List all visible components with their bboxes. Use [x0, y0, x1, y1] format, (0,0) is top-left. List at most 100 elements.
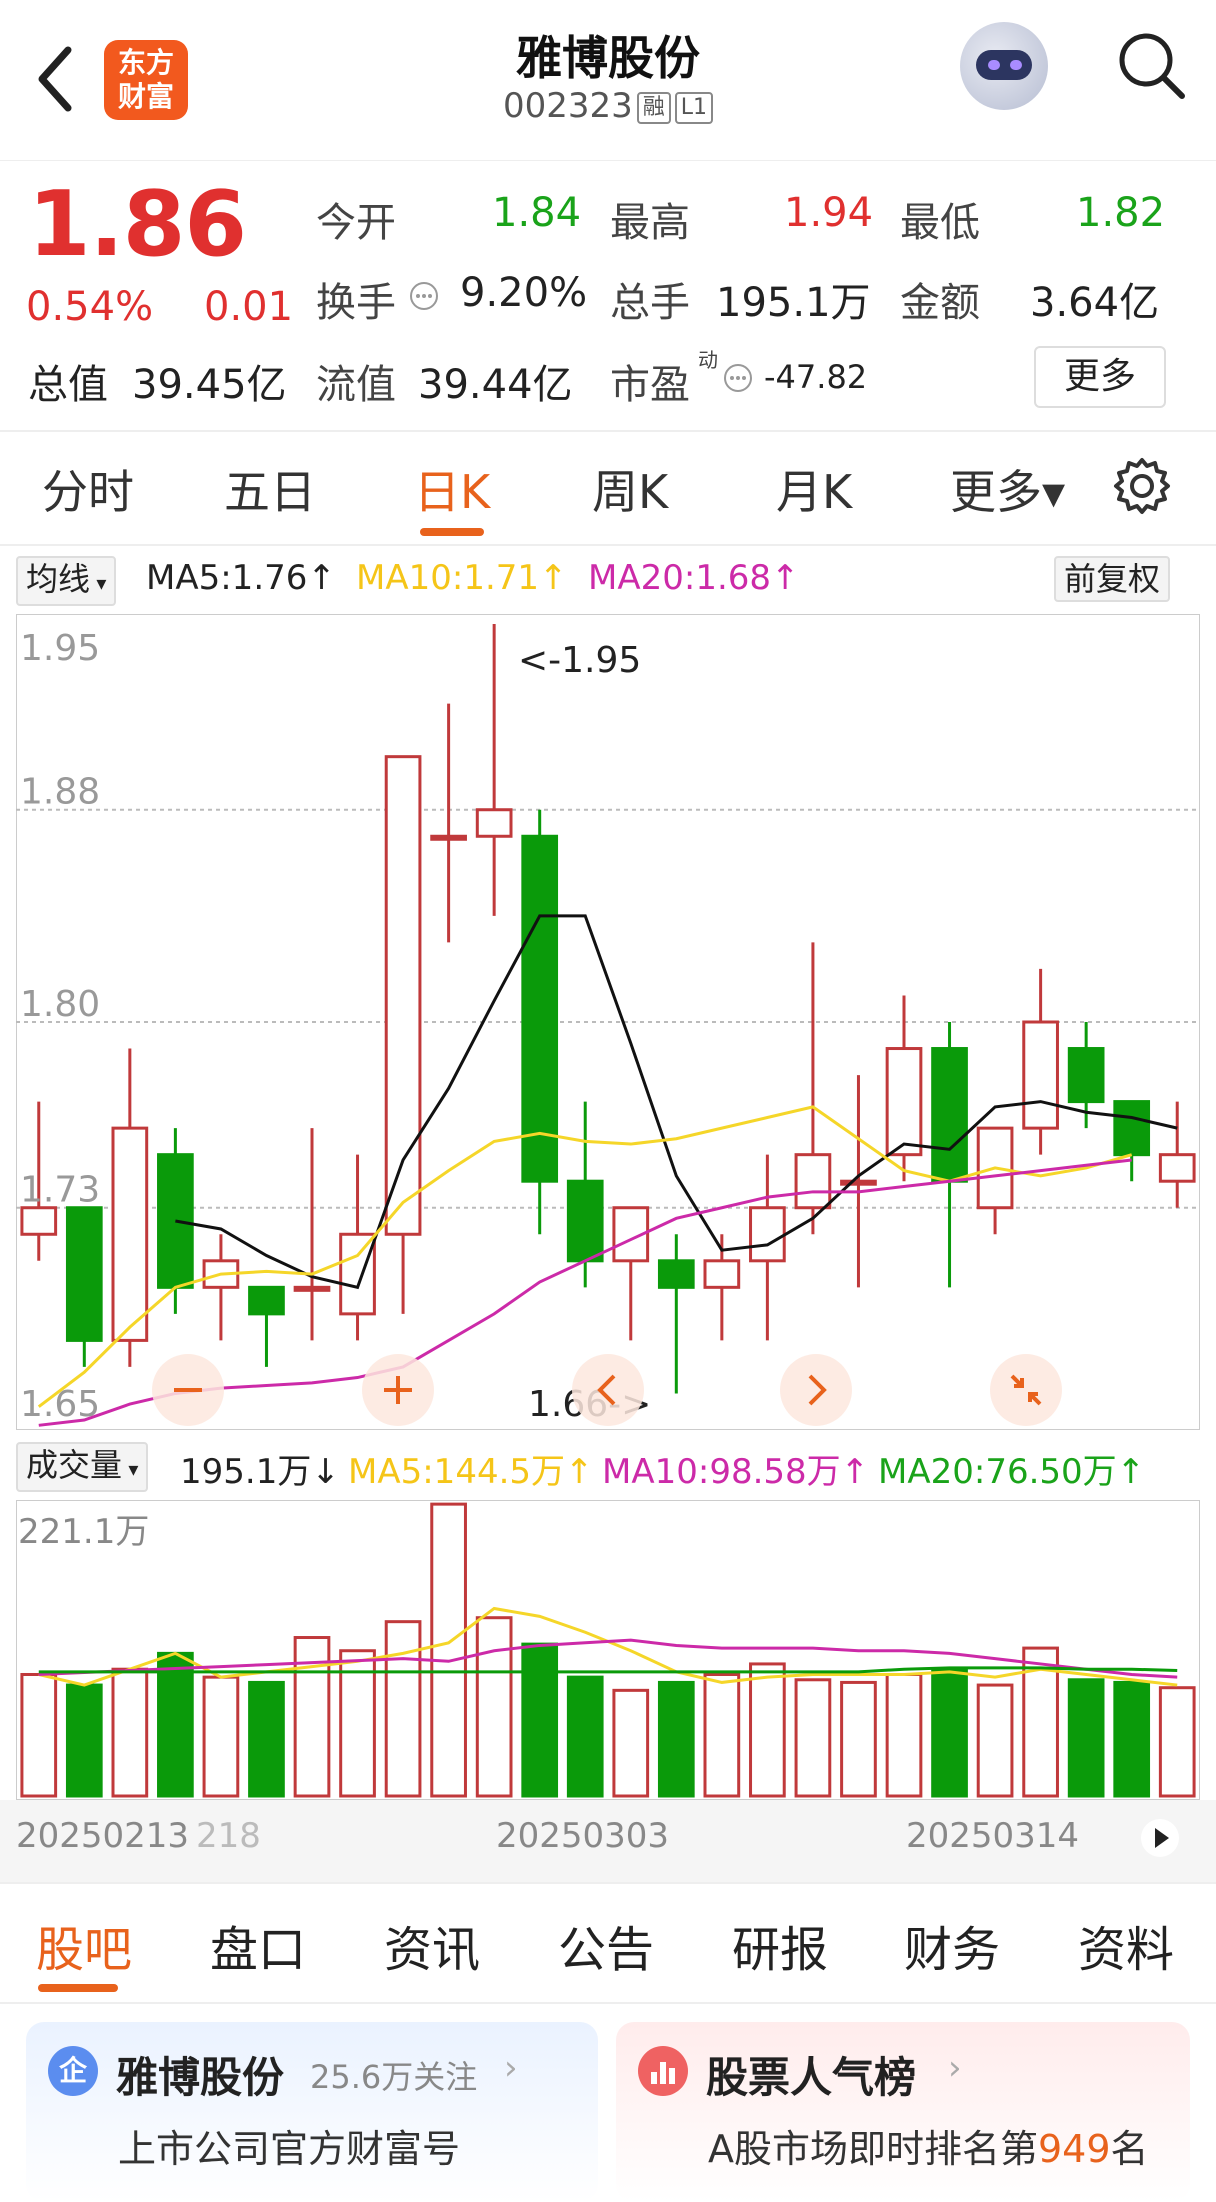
open-label: 今开	[316, 200, 396, 246]
max-price-label: <-1.95	[518, 640, 642, 681]
zoom-in-button[interactable]	[360, 1352, 436, 1428]
follower-count: 25.6万关注	[310, 2058, 478, 2096]
vol-ma20-legend: MA20:76.50万↑	[878, 1452, 1146, 1492]
settings-gear-icon[interactable]	[1112, 456, 1172, 516]
search-icon[interactable]	[1116, 30, 1188, 102]
popularity-card[interactable]: 股票人气榜 › A股市场即时排名第949名	[616, 2022, 1190, 2202]
low-label: 最低	[900, 200, 980, 246]
pe-dynamic-mark: 动	[698, 348, 718, 372]
volume-bar	[521, 1642, 559, 1798]
volume-bar	[840, 1680, 877, 1798]
popularity-card-title: 股票人气榜	[706, 2053, 917, 2102]
volume-bar	[794, 1678, 832, 1798]
float-cap-value: 39.44亿	[418, 362, 573, 408]
volume-bar	[703, 1672, 741, 1798]
amount-value: 3.64亿	[1030, 280, 1160, 326]
zoom-out-button[interactable]	[150, 1352, 226, 1428]
volume-label: 总手	[610, 280, 690, 326]
volume-bar	[111, 1667, 149, 1798]
volume-indicator-select[interactable]: 成交量 ▾	[16, 1442, 149, 1492]
indicator-select[interactable]: 均线 ▾	[16, 556, 117, 606]
stock-name: 雅博股份	[516, 31, 700, 85]
pe-label: 市盈	[610, 362, 690, 408]
play-next-icon[interactable]	[1140, 1818, 1180, 1858]
tab-research[interactable]: 研报	[732, 1910, 828, 1980]
more-quote-button[interactable]: 更多	[1034, 346, 1166, 408]
y-tick-label: 1.88	[20, 772, 100, 813]
candle	[521, 809, 559, 1235]
open-value: 1.84	[492, 190, 582, 236]
market-cap-value: 39.45亿	[132, 362, 287, 408]
app-logo[interactable]: 东方 财富	[104, 40, 188, 120]
vol-ma5-legend: MA5:144.5万↑	[348, 1452, 594, 1492]
volume-bar	[65, 1683, 103, 1798]
volume-bar	[657, 1680, 695, 1798]
y-tick-label: 1.73	[20, 1170, 100, 1211]
change-amount: 0.01	[204, 284, 294, 330]
info-icon[interactable]	[408, 280, 440, 312]
tab-five-day[interactable]: 五日	[224, 456, 316, 522]
tab-announcements[interactable]: 公告	[558, 1910, 654, 1980]
change-percent: 0.54%	[26, 284, 154, 330]
divider	[0, 2002, 1216, 2004]
tab-weekly-k[interactable]: 周K	[592, 456, 668, 522]
date-label: 20250314	[906, 1816, 1080, 1856]
stock-code-row: 002323 融 L1	[380, 86, 836, 126]
tab-daily-k[interactable]: 日K	[414, 456, 490, 522]
tab-forum[interactable]: 股吧	[36, 1910, 132, 1980]
ma20-legend: MA20:1.68↑	[588, 558, 800, 598]
tab-intraday[interactable]: 分时	[42, 456, 134, 522]
amount-label: 金额	[900, 280, 980, 326]
y-tick-label: 1.95	[20, 628, 100, 669]
volume-value: 195.1万	[716, 280, 871, 326]
company-card[interactable]: 企 雅博股份 25.6万关注 › 上市公司官方财富号	[26, 2022, 598, 2202]
volume-current: 195.1万↓	[180, 1452, 340, 1492]
tab-orderbook[interactable]: 盘口	[210, 1910, 306, 1980]
adjust-select[interactable]: 前复权	[1054, 556, 1171, 602]
volume-bar	[1067, 1678, 1105, 1798]
y-tick-label: 1.80	[20, 984, 100, 1025]
volume-bar	[1113, 1680, 1151, 1798]
float-cap-label: 流值	[316, 362, 396, 408]
active-tab-indicator	[420, 528, 484, 536]
vol-ma10-legend: MA10:98.58万↑	[602, 1452, 870, 1492]
chart-badge-icon	[638, 2046, 688, 2096]
divider	[0, 544, 1216, 546]
volume-bar	[566, 1675, 604, 1798]
collapse-chart-button[interactable]	[988, 1352, 1064, 1428]
volume-bar	[749, 1662, 786, 1798]
company-card-title: 雅博股份	[116, 2053, 285, 2102]
candlestick-chart[interactable]: 1.95 1.88 1.80 1.73 1.65	[16, 614, 1200, 1430]
pe-info-icon[interactable]	[722, 362, 754, 394]
high-value: 1.94	[784, 190, 874, 236]
tab-monthly-k[interactable]: 月K	[776, 456, 852, 522]
volume-bar	[931, 1667, 968, 1798]
scroll-left-button[interactable]	[570, 1352, 646, 1428]
last-price: 1.86	[28, 172, 247, 277]
volume-bar	[430, 1502, 467, 1798]
volume-bar	[976, 1683, 1014, 1798]
scroll-right-button[interactable]	[778, 1352, 854, 1428]
volume-bar	[475, 1616, 513, 1798]
volume-chart[interactable]	[16, 1500, 1200, 1800]
volume-bar	[157, 1651, 194, 1798]
y-tick-label: 1.65	[20, 1384, 100, 1425]
volume-bar	[885, 1672, 923, 1798]
level-tag: L1	[674, 91, 714, 124]
stock-code: 002323	[502, 86, 633, 126]
tab-financials[interactable]: 财务	[904, 1910, 1000, 1980]
date-label: 20250213	[16, 1816, 190, 1856]
assistant-robot-icon[interactable]	[960, 22, 1048, 110]
tab-more[interactable]: 更多▾	[950, 456, 1065, 522]
back-arrow-icon[interactable]	[34, 44, 74, 114]
ma10-legend: MA10:1.71↑	[356, 558, 568, 598]
tab-news[interactable]: 资讯	[384, 1910, 480, 1980]
volume-bar	[1158, 1686, 1196, 1798]
high-label: 最高	[610, 200, 690, 246]
company-card-subtitle: 上市公司官方财富号	[118, 2127, 461, 2171]
tab-profile[interactable]: 资料	[1078, 1910, 1174, 1980]
margin-tag: 融	[636, 91, 671, 124]
active-bottom-tab-indicator	[38, 1984, 118, 1992]
turnover-value: 9.20%	[460, 270, 588, 316]
low-value: 1.82	[1076, 190, 1166, 236]
